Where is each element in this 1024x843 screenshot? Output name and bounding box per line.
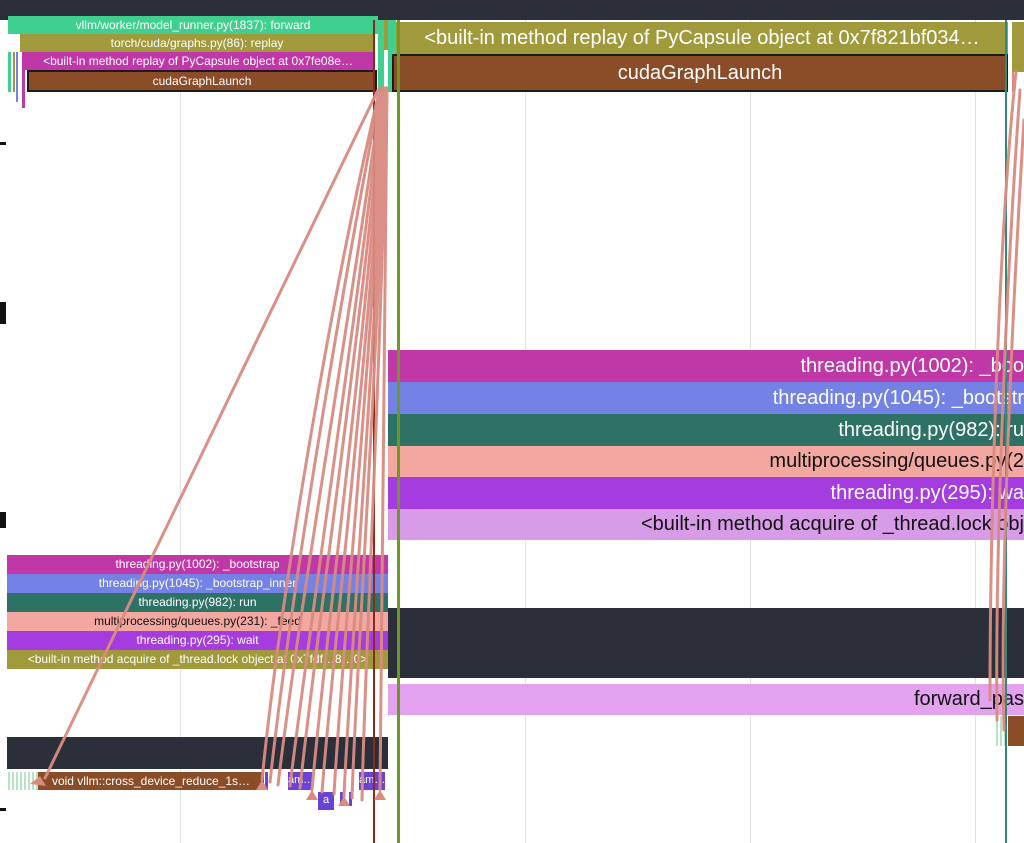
flow-arrows [30,70,1024,806]
trace-viewer-canvas[interactable]: vllm/worker/model_runner.py(1837): forwa… [0,0,1024,843]
